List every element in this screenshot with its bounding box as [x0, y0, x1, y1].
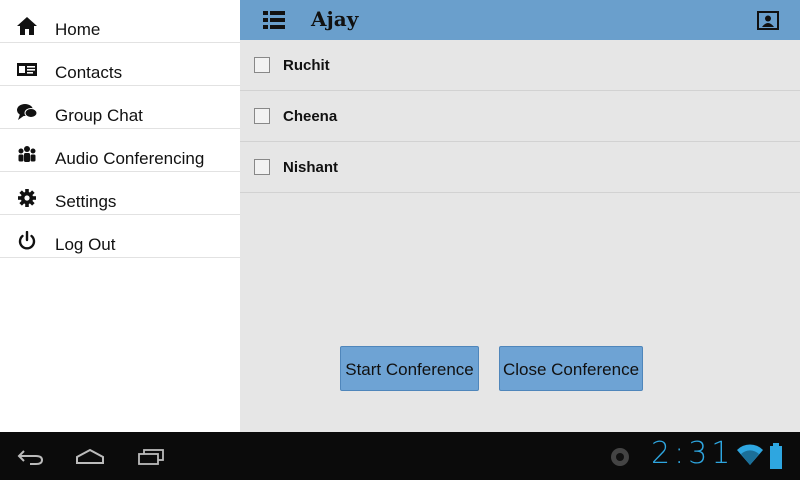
sidebar-item-label: Group Chat — [55, 106, 143, 125]
sidebar-item-audio-conferencing[interactable]: Audio Conferencing — [0, 129, 240, 172]
conference-panel: Ajay Ruchit Cheena Nishant Start Confere… — [240, 0, 800, 432]
notification-icon[interactable] — [609, 446, 631, 468]
sidebar-item-contacts[interactable]: Contacts — [0, 43, 240, 86]
profile-card-icon[interactable] — [757, 11, 779, 30]
wifi-icon — [737, 444, 763, 465]
list-item[interactable]: Ruchit — [240, 40, 800, 91]
contact-name: Nishant — [283, 159, 339, 176]
sidebar-item-label: Log Out — [55, 235, 116, 254]
back-icon[interactable] — [16, 448, 44, 466]
contact-checkbox[interactable] — [254, 159, 270, 175]
sidebar-item-label: Audio Conferencing — [55, 149, 205, 168]
navigation-drawer: Home Contacts Group Chat Audio Conferenc… — [0, 0, 240, 432]
list-menu-icon[interactable] — [262, 9, 286, 31]
sidebar-item-label: Settings — [55, 192, 117, 211]
contact-checkbox[interactable] — [254, 108, 270, 124]
power-icon — [18, 231, 36, 250]
close-conference-button[interactable]: Close Conference — [499, 346, 643, 391]
contact-checkbox[interactable] — [254, 57, 270, 73]
sidebar-item-log-out[interactable]: Log Out — [0, 215, 240, 258]
sidebar-item-label: Home — [55, 20, 101, 39]
chat-bubbles-icon — [17, 104, 38, 120]
gear-icon — [18, 189, 36, 207]
home-nav-icon[interactable] — [75, 448, 105, 466]
list-item[interactable]: Nishant — [240, 142, 800, 193]
contact-name: Ruchit — [283, 57, 330, 74]
system-navigation-bar: 2:31 — [0, 432, 800, 480]
contacts-card-icon — [17, 63, 37, 76]
status-clock: 2:31 — [651, 436, 735, 471]
action-bar: Ajay — [240, 0, 800, 40]
list-item[interactable]: Cheena — [240, 91, 800, 142]
start-conference-button[interactable]: Start Conference — [340, 346, 479, 391]
battery-icon — [770, 443, 782, 469]
contact-name: Cheena — [283, 108, 338, 125]
group-users-icon — [18, 146, 36, 162]
sidebar-item-home[interactable]: Home — [0, 0, 240, 43]
sidebar-item-label: Contacts — [55, 63, 123, 82]
page-title: Ajay — [311, 7, 359, 31]
recent-apps-icon[interactable] — [137, 448, 165, 466]
sidebar-item-settings[interactable]: Settings — [0, 172, 240, 215]
sidebar-item-group-chat[interactable]: Group Chat — [0, 86, 240, 129]
home-icon — [17, 17, 37, 35]
